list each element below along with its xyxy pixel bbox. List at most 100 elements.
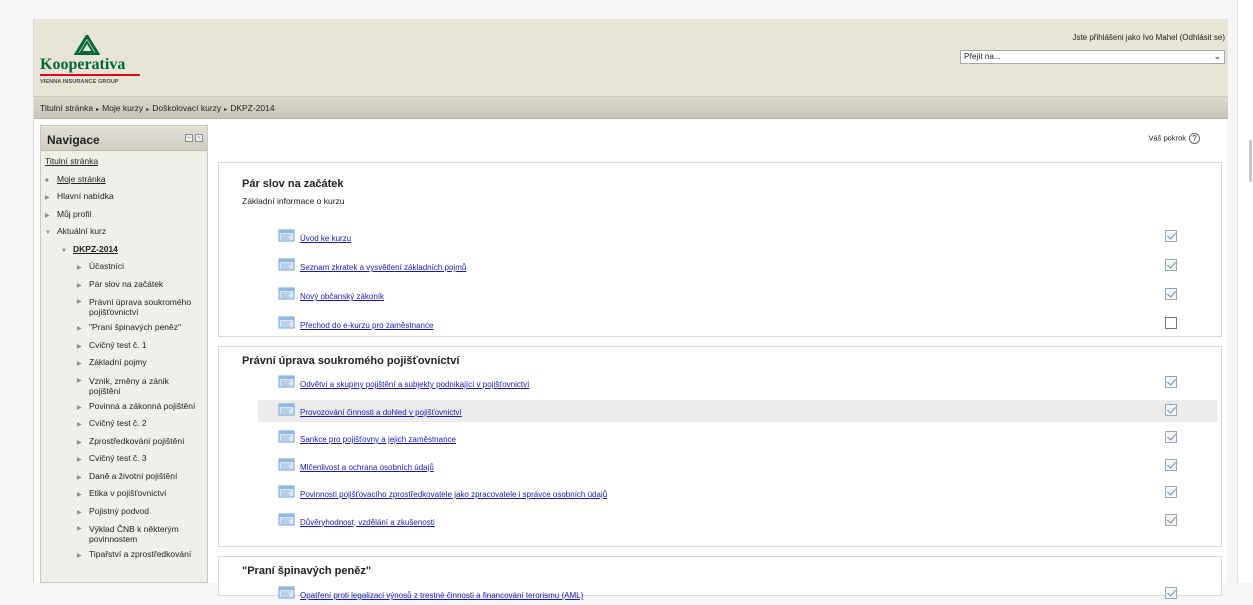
page-resource-icon[interactable] [278, 257, 295, 271]
progress-label: Váš pokrok? [1148, 133, 1200, 144]
activity-link[interactable]: Provozování činnosti a dohled v pojišťov… [300, 408, 462, 417]
collapsed-triangle-icon[interactable]: ▶ [77, 376, 82, 386]
activity-link[interactable]: Sankce pro pojišťovny a jejich zaměstnan… [300, 435, 456, 444]
logo-text: Kooperativa [40, 56, 126, 73]
completion-checked-icon[interactable] [1165, 458, 1177, 471]
collapsed-triangle-icon[interactable]: ▶ [77, 550, 82, 563]
activity-link[interactable]: Přechod do e-kurzu pro zaměstnance [300, 321, 433, 330]
collapsed-triangle-icon[interactable]: ▶ [77, 262, 82, 275]
page-resource-icon[interactable] [278, 286, 295, 300]
nav-item[interactable]: ▶ Cvičný test č. 2 [41, 417, 207, 435]
collapsed-triangle-icon[interactable]: ▶ [77, 419, 82, 432]
completion-checked-icon[interactable] [1165, 403, 1177, 416]
page-resource-icon[interactable] [278, 374, 295, 388]
page-resource-icon[interactable] [278, 228, 295, 242]
breadcrumb-item-home[interactable]: Titulní stránka [40, 103, 93, 113]
nav-item[interactable]: ▶ Základní pojmy [41, 356, 207, 374]
section-title: "Praní špinavých peněz" [242, 565, 372, 577]
breadcrumb-item-my-courses[interactable]: Moje kurzy [102, 103, 143, 113]
collapsed-triangle-icon[interactable]: ▶ [77, 358, 82, 371]
collapsed-triangle-icon[interactable]: ▶ [77, 341, 82, 354]
bullet-icon[interactable]: ■ [45, 175, 49, 188]
completion-checked-icon[interactable] [1165, 513, 1177, 526]
collapsed-triangle-icon[interactable]: ▶ [77, 323, 82, 336]
jump-to-select[interactable]: Přejít na... ⌄ [960, 50, 1225, 64]
jump-to-value: Přejít na... [964, 52, 1001, 61]
activity-link[interactable]: Mlčenlivost a ochrana osobních údajů [300, 463, 434, 472]
expanded-triangle-icon[interactable]: ▼ [61, 245, 67, 258]
section-summary: Základní informace o kurzu [242, 196, 345, 206]
completion-checked-icon[interactable] [1165, 587, 1177, 599]
nav-item[interactable]: ▶ Můj profil [41, 208, 207, 226]
activity-link[interactable]: Nový občanský zákoník [300, 292, 384, 301]
completion-unchecked-icon[interactable] [1165, 317, 1177, 329]
nav-item[interactable]: ▶ Pojistný podvod [41, 505, 207, 523]
page-resource-icon[interactable] [278, 484, 295, 498]
kooperativa-logo[interactable]: Kooperativa VIENNA INSURANCE GROUP [40, 35, 150, 93]
nav-item[interactable]: ■ Moje stránka [41, 173, 207, 191]
page-resource-icon[interactable] [278, 457, 295, 471]
collapsed-triangle-icon[interactable]: ▶ [77, 472, 82, 485]
course-section: "Praní špinavých peněz" Opatření proti le… [218, 556, 1222, 600]
page-resource-icon[interactable] [278, 585, 295, 599]
nav-item[interactable]: ▼ Aktuální kurz [41, 225, 207, 243]
activity-row: Sankce pro pojišťovny a jejich zaměstnan… [258, 427, 1218, 449]
activity-link[interactable]: Úvod ke kurzu [300, 234, 351, 243]
nav-item[interactable]: Titulní stránka [41, 155, 207, 173]
nav-item-label: Právní úprava soukromého pojišťovnictví [89, 297, 192, 317]
scrollbar-thumb[interactable] [1249, 140, 1252, 182]
page-scrollbar[interactable] [1237, 0, 1253, 583]
progress-label-text: Váš pokrok [1148, 133, 1186, 143]
nav-item[interactable]: ▶ Účastníci [41, 260, 207, 278]
page-resource-icon[interactable] [278, 512, 295, 526]
breadcrumb-item-category[interactable]: Doškolovací kurzy [152, 103, 221, 113]
collapsed-triangle-icon[interactable]: ▶ [77, 507, 82, 520]
logout-link[interactable]: (Odhlásit se) [1180, 33, 1225, 42]
nav-item[interactable]: ▶ Vznik, změny a zánik pojištění [41, 374, 207, 400]
nav-item[interactable]: ▶ Cvičný test č. 3 [41, 452, 207, 470]
activity-link[interactable]: Povinnosti pojišťovacího zprostředkovate… [300, 490, 607, 499]
expanded-triangle-icon[interactable]: ▼ [45, 227, 51, 240]
help-icon[interactable]: ? [1189, 133, 1200, 144]
nav-item-label: Cvičný test č. 2 [89, 418, 147, 428]
collapsed-triangle-icon[interactable]: ▶ [77, 280, 82, 293]
completion-checked-icon[interactable] [1165, 259, 1177, 271]
nav-item[interactable]: ▶ Pár slov na začátek [41, 278, 207, 296]
user-profile-link[interactable]: Ivo Mahel [1143, 33, 1178, 42]
completion-checked-icon[interactable] [1165, 431, 1177, 443]
collapsed-triangle-icon[interactable]: ▶ [77, 297, 82, 307]
dock-block-icon[interactable]: – [185, 134, 193, 142]
nav-item-label: Účastníci [89, 261, 124, 271]
collapsed-triangle-icon[interactable]: ▶ [45, 192, 50, 205]
activity-link[interactable]: Seznam zkratek a vysvětlení základních p… [300, 263, 466, 272]
nav-item[interactable]: ▶ Výklad ČNB k některým povinnostem [41, 522, 207, 548]
collapsed-triangle-icon[interactable]: ▶ [77, 437, 82, 450]
nav-item[interactable]: ▶ Tipařství a zprostředkování [41, 548, 207, 566]
nav-item[interactable]: ▶ Povinná a zákonná pojištění [41, 400, 207, 418]
collapse-block-icon[interactable]: ‹ [195, 134, 203, 142]
nav-item[interactable]: ▶ Hlavní nabídka [41, 190, 207, 208]
completion-checked-icon[interactable] [1165, 288, 1177, 300]
completion-checked-icon[interactable] [1165, 486, 1177, 498]
completion-checked-icon[interactable] [1165, 230, 1177, 242]
activity-link[interactable]: Opatření proti legalizaci výnosů z trest… [300, 591, 583, 600]
page-resource-icon[interactable] [278, 402, 295, 416]
nav-item[interactable]: ▶ Cvičný test č. 1 [41, 339, 207, 357]
page-resource-icon[interactable] [278, 429, 295, 443]
collapsed-triangle-icon[interactable]: ▶ [77, 454, 82, 467]
breadcrumb-separator-icon: ▸ [146, 107, 150, 113]
nav-item[interactable]: ▶ Etika v pojišťovnictví [41, 487, 207, 505]
collapsed-triangle-icon[interactable]: ▶ [45, 210, 50, 223]
activity-link[interactable]: Odvětví a skupiny pojištění a subjekty p… [300, 380, 529, 389]
collapsed-triangle-icon[interactable]: ▶ [77, 402, 82, 415]
nav-item[interactable]: ▼ DKPZ-2014 [41, 243, 207, 261]
collapsed-triangle-icon[interactable]: ▶ [77, 489, 82, 502]
activity-link[interactable]: Důvěryhodnost, vzdělání a zkušenosti [300, 518, 435, 527]
collapsed-triangle-icon[interactable]: ▶ [77, 524, 82, 534]
nav-item[interactable]: ▶ Zprostředkování pojištění [41, 435, 207, 453]
page-resource-icon[interactable] [278, 315, 295, 329]
nav-item[interactable]: ▶ "Praní špinavých peněz" [41, 321, 207, 339]
nav-item[interactable]: ▶ Právní úprava soukromého pojišťovnictví [41, 295, 207, 321]
completion-checked-icon[interactable] [1165, 376, 1177, 388]
nav-item[interactable]: ▶ Daně a životní pojištění [41, 470, 207, 488]
